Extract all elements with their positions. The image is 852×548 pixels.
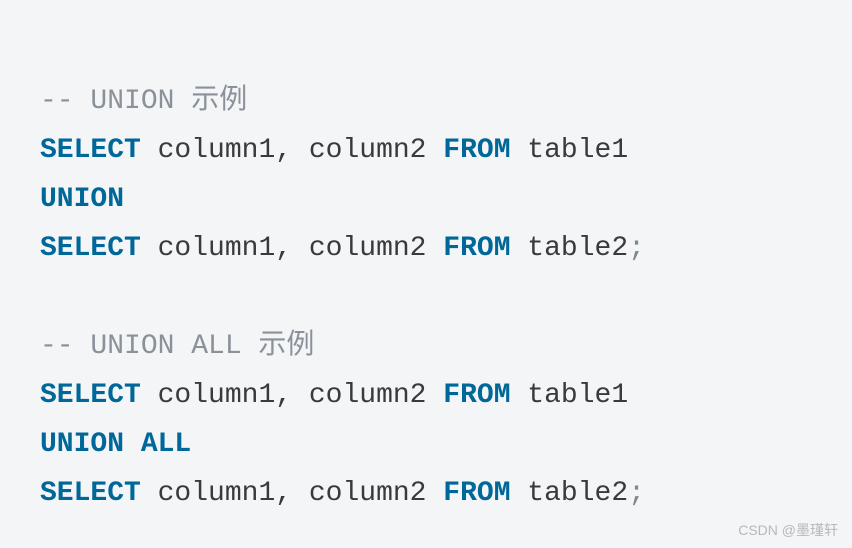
keyword-from: FROM	[443, 478, 510, 509]
keyword-from: FROM	[443, 233, 510, 264]
keyword-union-all: UNION ALL	[40, 429, 191, 460]
sql-code-block: -- UNION 示例 SELECT column1, column2 FROM…	[40, 28, 812, 518]
comment-line: -- UNION 示例	[40, 86, 247, 117]
keyword-select: SELECT	[40, 135, 141, 166]
table-name: table1	[511, 135, 629, 166]
keyword-from: FROM	[443, 380, 510, 411]
table-name: table2	[511, 233, 629, 264]
semicolon: ;	[628, 233, 645, 264]
columns-text: column1, column2	[141, 135, 443, 166]
keyword-select: SELECT	[40, 380, 141, 411]
keyword-from: FROM	[443, 135, 510, 166]
table-name: table1	[511, 380, 629, 411]
semicolon: ;	[628, 478, 645, 509]
keyword-union: UNION	[40, 184, 124, 215]
keyword-select: SELECT	[40, 233, 141, 264]
watermark-text: CSDN @墨瑾轩	[738, 518, 838, 543]
columns-text: column1, column2	[141, 478, 443, 509]
columns-text: column1, column2	[141, 233, 443, 264]
table-name: table2	[511, 478, 629, 509]
comment-line: -- UNION ALL 示例	[40, 331, 314, 362]
columns-text: column1, column2	[141, 380, 443, 411]
keyword-select: SELECT	[40, 478, 141, 509]
